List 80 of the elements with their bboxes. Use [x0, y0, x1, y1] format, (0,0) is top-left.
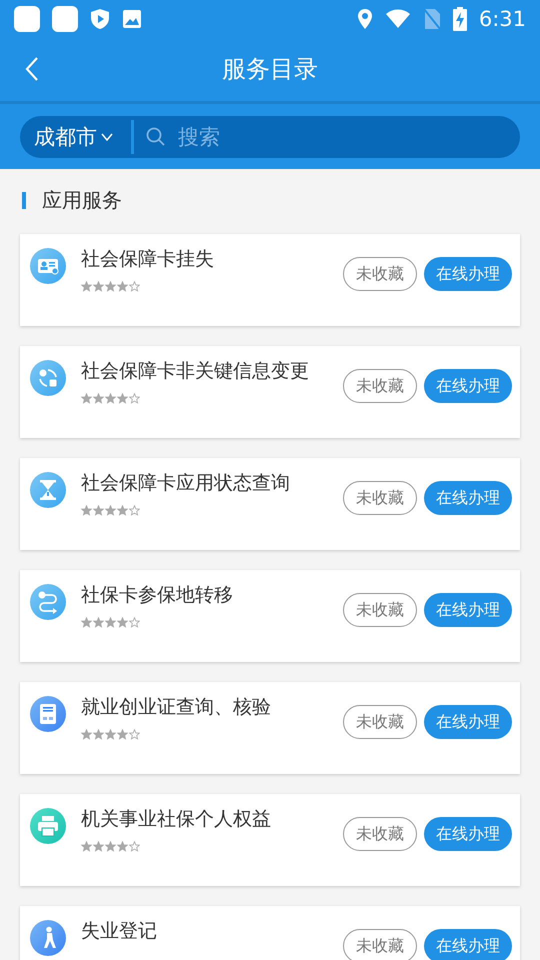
location-icon — [356, 8, 373, 30]
star-icon — [117, 392, 128, 404]
star-icon — [81, 392, 92, 404]
favorite-button[interactable]: 未收藏 — [343, 369, 417, 403]
star-icon — [81, 840, 92, 852]
search-field[interactable]: 搜索 — [131, 116, 520, 158]
back-icon[interactable] — [24, 56, 40, 82]
star-icon — [105, 504, 116, 516]
star-icon — [129, 728, 140, 740]
online-apply-button[interactable]: 在线办理 — [424, 481, 512, 515]
printer-icon — [30, 808, 66, 844]
route-icon — [30, 584, 66, 620]
service-title: 社保卡参保地转移 — [81, 584, 234, 607]
service-title: 社会保障卡应用状态查询 — [81, 472, 291, 495]
online-apply-button[interactable]: 在线办理 — [424, 817, 512, 851]
favorite-button[interactable]: 未收藏 — [343, 929, 417, 960]
service-card[interactable]: 社会保障卡挂失 未收藏 在线办理 — [20, 234, 520, 326]
star-icon — [105, 280, 116, 292]
sync-icon — [30, 360, 66, 396]
favorite-button[interactable]: 未收藏 — [343, 481, 417, 515]
city-selector[interactable]: 成都市 — [20, 116, 131, 158]
star-icon — [93, 840, 104, 852]
service-card[interactable]: 社会保障卡应用状态查询 未收藏 在线办理 — [20, 458, 520, 550]
service-title: 社会保障卡挂失 — [81, 248, 215, 271]
wifi-icon — [384, 8, 411, 28]
service-card[interactable]: 社保卡参保地转移 未收藏 在线办理 — [20, 570, 520, 662]
online-apply-button[interactable]: 在线办理 — [424, 369, 512, 403]
star-icon — [117, 840, 128, 852]
star-icon — [81, 504, 92, 516]
chevron-down-icon — [101, 132, 113, 140]
star-icon — [129, 392, 140, 404]
online-apply-button[interactable]: 在线办理 — [424, 705, 512, 739]
star-icon — [81, 616, 92, 628]
star-icon — [93, 504, 104, 516]
star-icon — [105, 728, 116, 740]
image-icon — [122, 8, 142, 28]
service-card[interactable]: 就业创业证查询、核验 未收藏 在线办理 — [20, 682, 520, 774]
star-icon — [117, 504, 128, 516]
service-card[interactable]: 社会保障卡非关键信息变更 未收藏 在线办理 — [20, 346, 520, 438]
service-title: 社会保障卡非关键信息变更 — [81, 360, 310, 383]
star-icon — [129, 504, 140, 516]
service-title: 失业登记 — [81, 920, 158, 943]
clock-time: 6:31 — [478, 6, 526, 30]
favorite-button[interactable]: 未收藏 — [343, 257, 417, 291]
service-card[interactable]: 失业登记 未收藏 在线办理 — [20, 906, 520, 960]
star-icon — [117, 728, 128, 740]
star-icon — [93, 392, 104, 404]
online-apply-button[interactable]: 在线办理 — [424, 593, 512, 627]
star-icon — [117, 280, 128, 292]
id-card-icon — [30, 248, 66, 284]
star-icon — [105, 616, 116, 628]
favorite-button[interactable]: 未收藏 — [343, 705, 417, 739]
person-walking-icon — [30, 920, 66, 956]
star-icon — [129, 280, 140, 292]
star-icon — [93, 728, 104, 740]
favorite-button[interactable]: 未收藏 — [343, 593, 417, 627]
star-icon — [93, 280, 104, 292]
favorite-button[interactable]: 未收藏 — [343, 817, 417, 851]
page-title: 服务目录 — [222, 54, 318, 85]
star-icon — [129, 840, 140, 852]
star-icon — [81, 280, 92, 292]
section-title: 应用服务 — [42, 187, 122, 214]
no-sim-icon — [422, 8, 441, 30]
star-icon — [117, 616, 128, 628]
service-card[interactable]: 机关事业社保个人权益 未收藏 在线办理 — [20, 794, 520, 886]
hourglass-icon — [30, 472, 66, 508]
shield-play-icon — [90, 8, 110, 30]
star-icon — [81, 728, 92, 740]
star-icon — [105, 392, 116, 404]
document-icon — [30, 696, 66, 732]
search-input[interactable]: 搜索 — [176, 118, 520, 156]
star-icon — [129, 616, 140, 628]
star-icon — [93, 616, 104, 628]
battery-charging-icon — [452, 6, 467, 30]
service-title: 机关事业社保个人权益 — [81, 808, 272, 831]
star-icon — [105, 840, 116, 852]
search-icon — [146, 126, 166, 146]
online-apply-button[interactable]: 在线办理 — [424, 929, 512, 960]
service-title: 就业创业证查询、核验 — [81, 696, 272, 719]
online-apply-button[interactable]: 在线办理 — [424, 257, 512, 291]
